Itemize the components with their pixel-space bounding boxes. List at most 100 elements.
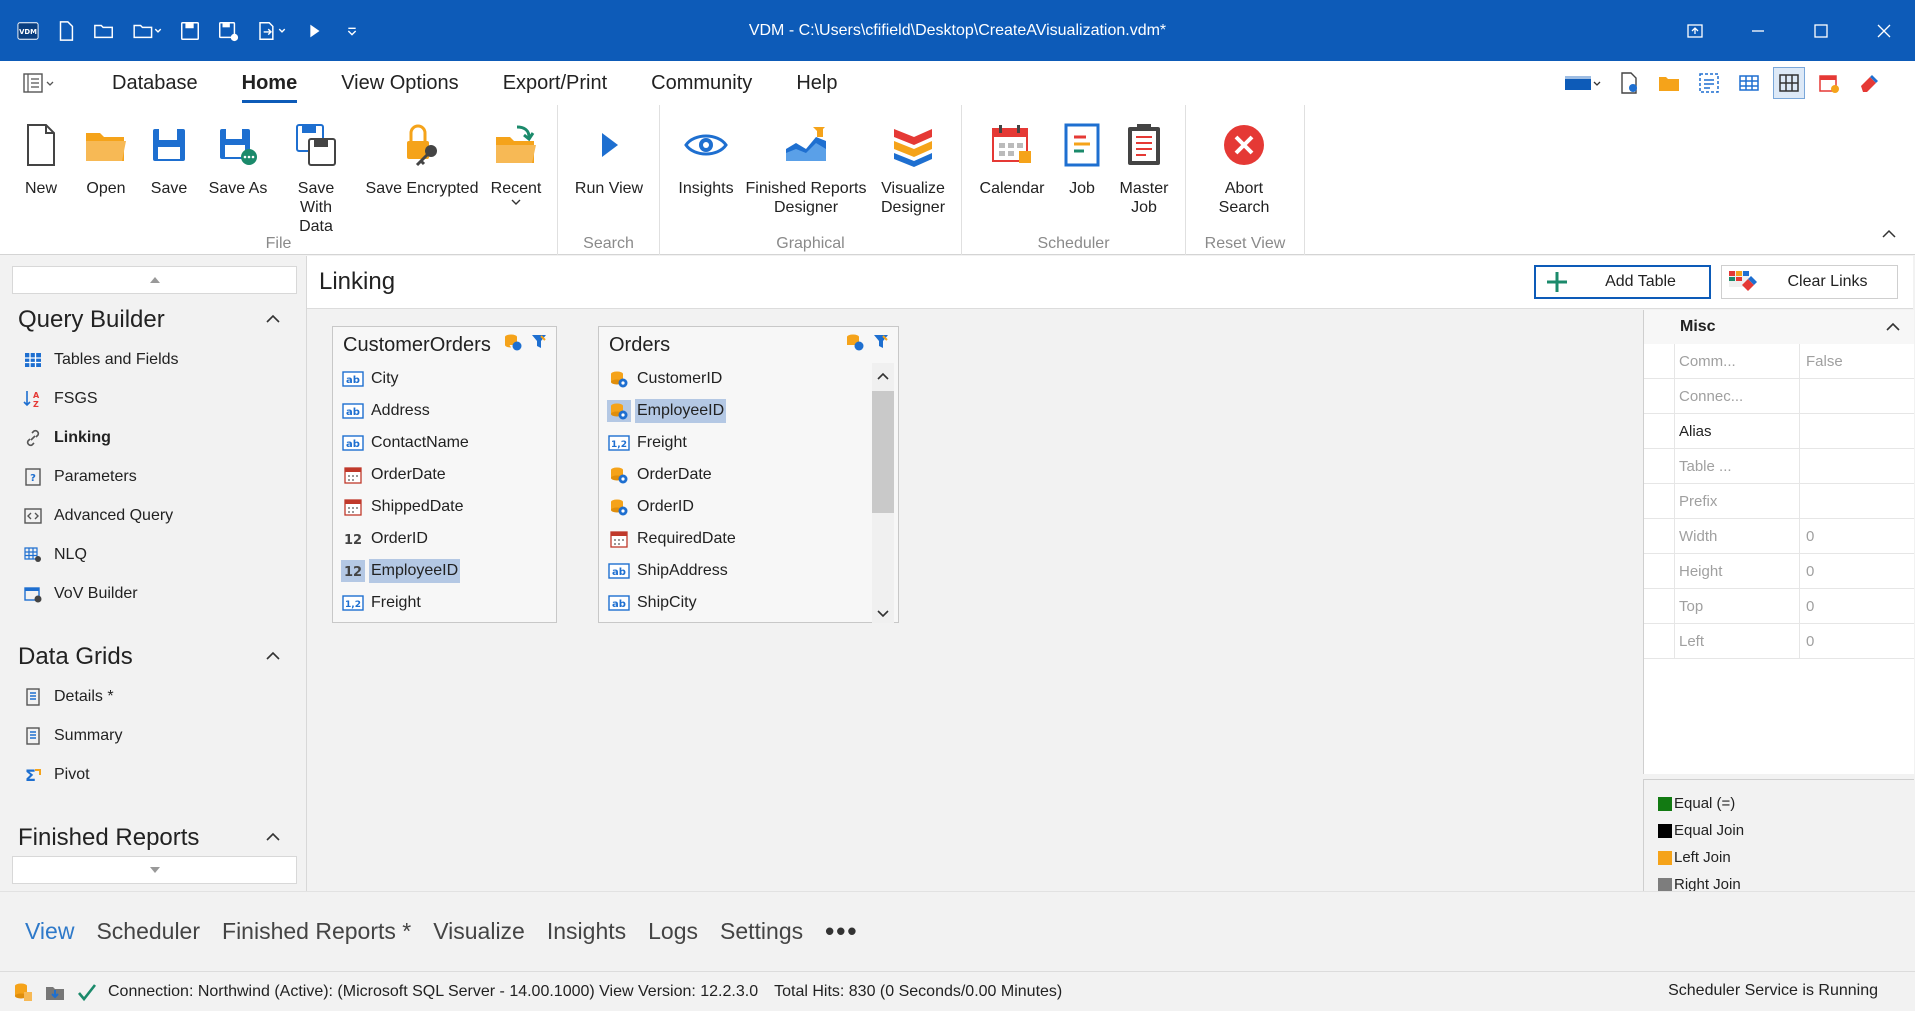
field-row[interactable]: ab ContactName xyxy=(333,427,556,459)
nav-item-summary[interactable]: Summary xyxy=(0,716,303,755)
field-row[interactable]: ab Address xyxy=(333,395,556,427)
maximize-button[interactable] xyxy=(1789,0,1852,61)
abort-search-button[interactable]: Abort Search xyxy=(1206,115,1282,217)
tile-view-icon[interactable] xyxy=(1773,67,1805,99)
table-header[interactable]: CustomerOrders xyxy=(333,327,556,363)
bottom-tab-finished-reports[interactable]: Finished Reports * xyxy=(211,918,422,945)
nav-item-parameters[interactable]: ? Parameters xyxy=(0,457,303,496)
table-properties-icon[interactable] xyxy=(844,331,866,353)
field-row[interactable]: OrderID xyxy=(599,491,898,523)
properties-section-header[interactable]: Misc xyxy=(1644,310,1914,344)
table-filter-icon[interactable] xyxy=(870,331,892,353)
nav-scroll-down-button[interactable] xyxy=(12,856,297,884)
bottom-tab-view[interactable]: View xyxy=(14,918,85,945)
table-customerorders[interactable]: CustomerOrders ab City ab Address ab ContactN… xyxy=(332,326,557,623)
linking-canvas[interactable]: CustomerOrders ab City ab Address ab ContactN… xyxy=(307,310,1643,891)
document-settings-icon[interactable] xyxy=(1613,67,1645,99)
save-with-data-button[interactable]: Save With Data xyxy=(279,115,353,236)
property-row[interactable]: Alias xyxy=(1644,414,1914,449)
scroll-thumb[interactable] xyxy=(872,391,894,513)
bottom-tab-logs[interactable]: Logs xyxy=(637,918,709,945)
field-row[interactable]: 1,2 Freight xyxy=(333,587,556,619)
eraser-icon[interactable] xyxy=(1853,67,1885,99)
menu-tab-view-options[interactable]: View Options xyxy=(319,61,480,105)
table-fields: ab City ab Address ab ContactName OrderDate Shi… xyxy=(333,363,556,619)
database-icon[interactable] xyxy=(10,979,36,1005)
field-row[interactable]: OrderDate xyxy=(599,459,898,491)
calendar-settings-icon[interactable] xyxy=(1813,67,1845,99)
recent-button[interactable]: Recent xyxy=(489,115,543,206)
nav-section-header[interactable]: Data Grids xyxy=(0,637,303,677)
bottom-tab-settings[interactable]: Settings xyxy=(709,918,814,945)
date-field-icon xyxy=(344,467,362,484)
scroll-up-icon[interactable] xyxy=(877,371,889,381)
nav-item-linking[interactable]: Linking xyxy=(0,418,303,457)
table-scrollbar[interactable] xyxy=(872,363,894,623)
folder-icon[interactable] xyxy=(1653,67,1685,99)
open-button[interactable]: Open xyxy=(80,115,132,198)
master-job-button[interactable]: Master Job xyxy=(1112,115,1176,217)
save-as-button[interactable]: Save As xyxy=(207,115,269,198)
nav-item-details[interactable]: Details * xyxy=(0,677,303,716)
field-row[interactable]: 1,2 Freight xyxy=(599,427,898,459)
property-value[interactable] xyxy=(1800,414,1914,448)
job-button[interactable]: Job xyxy=(1057,115,1107,198)
field-row[interactable]: ShippedDate xyxy=(333,491,556,523)
field-row[interactable]: 12 EmployeeID xyxy=(333,555,556,587)
app-menu-icon[interactable] xyxy=(22,71,58,95)
menu-tab-help[interactable]: Help xyxy=(774,61,859,105)
calendar-button[interactable]: Calendar xyxy=(976,115,1048,198)
field-row[interactable]: EmployeeID xyxy=(599,395,898,427)
menu-tab-home[interactable]: Home xyxy=(220,61,320,105)
finished-reports-designer-button[interactable]: Finished Reports Designer xyxy=(744,115,868,217)
nav-item-label: Tables and Fields xyxy=(54,350,179,368)
scroll-down-icon[interactable] xyxy=(877,609,889,619)
download-folder-icon[interactable] xyxy=(42,979,68,1005)
menu-tab-community[interactable]: Community xyxy=(629,61,774,105)
field-row[interactable]: RequiredDate xyxy=(599,523,898,555)
more-tabs-icon[interactable]: ••• xyxy=(814,916,869,947)
select-fields-icon[interactable] xyxy=(1693,67,1725,99)
table-filter-icon[interactable] xyxy=(528,331,550,353)
grid-view-icon[interactable] xyxy=(1733,67,1765,99)
bottom-tab-scheduler[interactable]: Scheduler xyxy=(85,918,211,945)
nav-item-tables-and-fields[interactable]: Tables and Fields xyxy=(0,340,303,379)
add-table-button[interactable]: Add Table xyxy=(1534,265,1711,299)
nav-item-fsgs[interactable]: AZ FSGS xyxy=(0,379,303,418)
nav-item-advanced-query[interactable]: Advanced Query xyxy=(0,496,303,535)
nav-item-nlq[interactable]: NLQ xyxy=(0,535,303,574)
close-button[interactable] xyxy=(1852,0,1915,61)
save-encrypted-button[interactable]: Save Encrypted xyxy=(364,115,480,198)
bottom-tab-insights[interactable]: Insights xyxy=(536,918,637,945)
menu-tab-database[interactable]: Database xyxy=(90,61,220,105)
nav-item-vov-builder[interactable]: VoV Builder xyxy=(0,574,303,613)
nav-section-header[interactable]: Query Builder xyxy=(0,300,303,340)
theme-selector-icon[interactable] xyxy=(1561,67,1605,99)
field-row[interactable]: ab ShipCity xyxy=(599,587,898,619)
nav-scroll-up-button[interactable] xyxy=(12,266,297,294)
date-field-icon xyxy=(607,528,631,550)
table-orders[interactable]: Orders CustomerID EmployeeID 1,2 Freight Ord… xyxy=(598,326,899,623)
menu-tab-export-print[interactable]: Export/Print xyxy=(481,61,629,105)
nav-section-header[interactable]: Finished Reports xyxy=(0,818,303,858)
field-row[interactable]: OrderDate xyxy=(333,459,556,491)
run-view-button[interactable]: Run View xyxy=(570,115,648,198)
table-header[interactable]: Orders xyxy=(599,327,898,363)
chevron-up-icon xyxy=(266,832,280,841)
field-row[interactable]: ab City xyxy=(333,363,556,395)
field-row[interactable]: ab ShipAddress xyxy=(599,555,898,587)
minimize-button[interactable] xyxy=(1726,0,1789,61)
restore-layout-icon[interactable] xyxy=(1663,0,1726,61)
field-row[interactable]: 12 OrderID xyxy=(333,523,556,555)
visualize-designer-button[interactable]: Visualize Designer xyxy=(875,115,951,217)
table-properties-icon[interactable] xyxy=(502,331,524,353)
collapse-ribbon-icon[interactable] xyxy=(1881,228,1897,240)
field-row[interactable]: CustomerID xyxy=(599,363,898,395)
bottom-tab-visualize[interactable]: Visualize xyxy=(422,918,536,945)
decimal-field-icon: 1,2 xyxy=(341,592,365,614)
insights-button[interactable]: Insights xyxy=(674,115,738,198)
new-button[interactable]: New xyxy=(15,115,67,198)
save-button[interactable]: Save xyxy=(143,115,195,198)
nav-item-pivot[interactable]: Σ Pivot xyxy=(0,755,303,794)
clear-links-button[interactable]: Clear Links xyxy=(1721,265,1898,299)
